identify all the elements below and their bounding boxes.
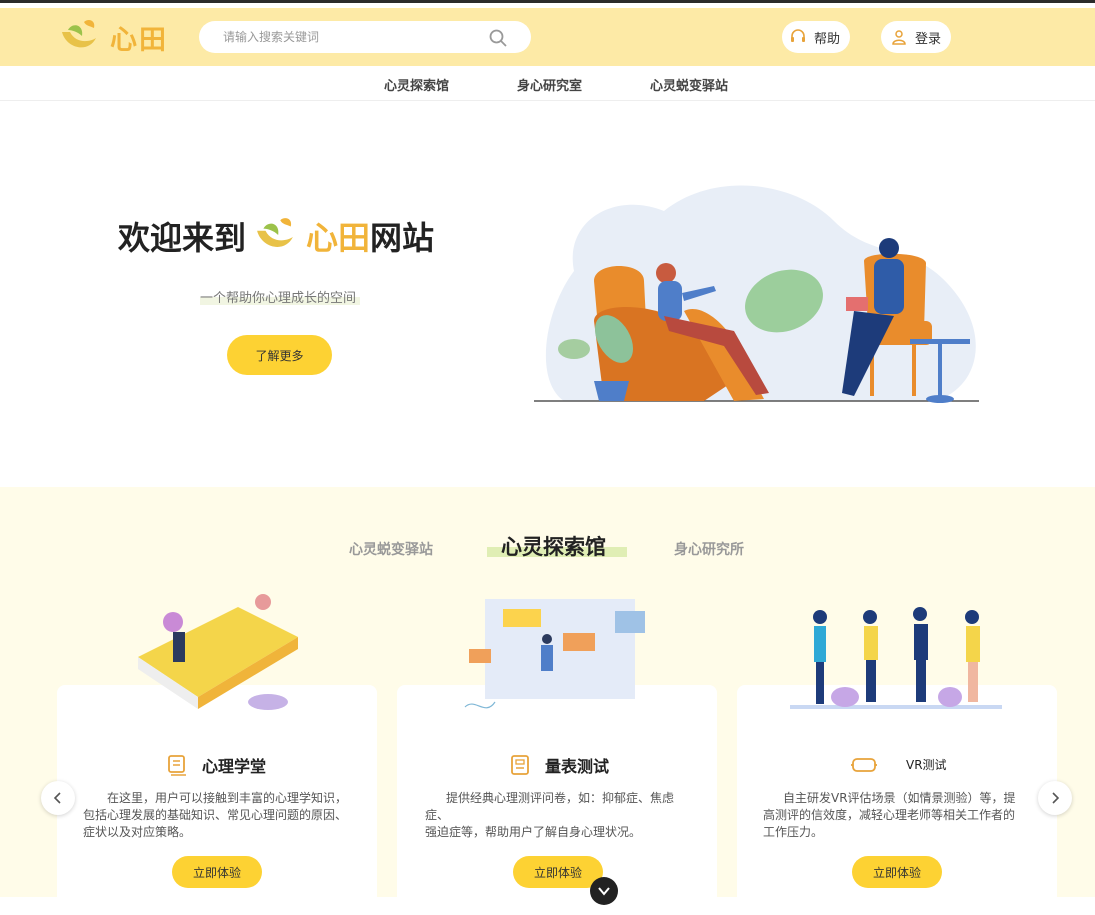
headset-icon xyxy=(791,29,805,42)
card-title-psychology: 心理学堂 xyxy=(166,753,266,777)
nav-item-explore[interactable]: 心灵探索馆 xyxy=(384,75,449,94)
card-title-text: VR测试 xyxy=(906,757,947,772)
card-desc-line: 提供经典心理测评问卷，如：抑郁症、焦虑症、 xyxy=(425,791,675,822)
nav-item-lab[interactable]: 身心研究室 xyxy=(517,75,582,94)
counseling-illustration xyxy=(534,185,979,403)
scale-icon xyxy=(511,755,529,775)
card-title-text: 心理学堂 xyxy=(202,757,267,776)
chevron-right-icon xyxy=(1052,792,1060,804)
features-section: 心灵蜕变驿站 心灵探索馆 身心研究所 心理学堂 在这里，用户可以接触到丰富的心理… xyxy=(0,487,1095,915)
hero: 欢迎来到 心田 网站 一个帮助你心理成长的空间 了解更多 xyxy=(0,101,1095,487)
tab-research[interactable]: 身心研究所 xyxy=(674,539,744,559)
card-title-text: 量表测试 xyxy=(545,757,610,776)
search-icon[interactable] xyxy=(489,29,507,47)
chevron-down-icon xyxy=(598,887,610,896)
help-button[interactable]: 帮助 xyxy=(782,21,851,53)
carousel-next-button[interactable] xyxy=(1038,781,1072,815)
logo-icon xyxy=(62,20,96,48)
card-desc-line: 强迫症等，帮助用户了解自身心理状况。 xyxy=(425,825,642,839)
hero-title-suffix: 网站 xyxy=(370,219,435,257)
user-icon xyxy=(892,30,906,45)
help-label: 帮助 xyxy=(814,31,841,47)
card-title-vr: VR测试 xyxy=(850,753,947,775)
logo[interactable]: 心田 xyxy=(58,16,168,58)
top-border xyxy=(0,0,1095,3)
books-illustration xyxy=(138,594,298,710)
search-box xyxy=(199,21,531,53)
login-label: 登录 xyxy=(915,31,942,47)
survey-illustration xyxy=(464,599,645,709)
tab-station[interactable]: 心灵蜕变驿站 xyxy=(349,539,433,559)
try-now-button[interactable]: 立即体验 xyxy=(513,856,603,888)
vr-people-illustration xyxy=(790,607,1002,709)
vr-icon xyxy=(851,758,877,772)
main-nav: 心灵探索馆 身心研究室 心灵蜕变驿站 xyxy=(0,66,1095,101)
login-button[interactable]: 登录 xyxy=(881,21,952,53)
card-title-scale: 量表测试 xyxy=(509,753,609,777)
book-icon xyxy=(168,755,186,776)
nav-item-station[interactable]: 心灵蜕变驿站 xyxy=(650,75,728,94)
card-desc-scale: 提供经典心理测评问卷，如：抑郁症、焦虑症、 强迫症等，帮助用户了解自身心理状况。 xyxy=(425,790,675,841)
carousel-prev-button[interactable] xyxy=(41,781,75,815)
search-input[interactable] xyxy=(223,27,473,47)
hero-title-prefix: 欢迎来到 xyxy=(118,219,247,257)
learn-more-button[interactable]: 了解更多 xyxy=(227,335,332,375)
tab-explore[interactable]: 心灵探索馆 xyxy=(501,531,606,561)
scroll-down-button[interactable] xyxy=(590,877,618,905)
card-desc-vr: 自主研发VR评估场景（如情景测验）等，提高测评的信效度，减轻心理老师等相关工作者… xyxy=(763,791,1016,839)
hero-subtitle: 一个帮助你心理成长的空间 xyxy=(200,291,357,306)
chevron-left-icon xyxy=(53,792,61,804)
hero-title: 欢迎来到 心田 网站 xyxy=(118,213,434,259)
logo-icon xyxy=(257,218,293,247)
try-now-button[interactable]: 立即体验 xyxy=(852,856,942,888)
hero-title-brand: 心田 xyxy=(306,219,371,257)
logo-text: 心田 xyxy=(110,24,168,56)
try-now-button[interactable]: 立即体验 xyxy=(172,856,262,888)
header: 心田 帮助 登录 xyxy=(0,8,1095,66)
card-desc-psychology: 在这里，用户可以接触到丰富的心理学知识，包括心理发展的基础知识、常见心理问题的原… xyxy=(83,791,348,839)
